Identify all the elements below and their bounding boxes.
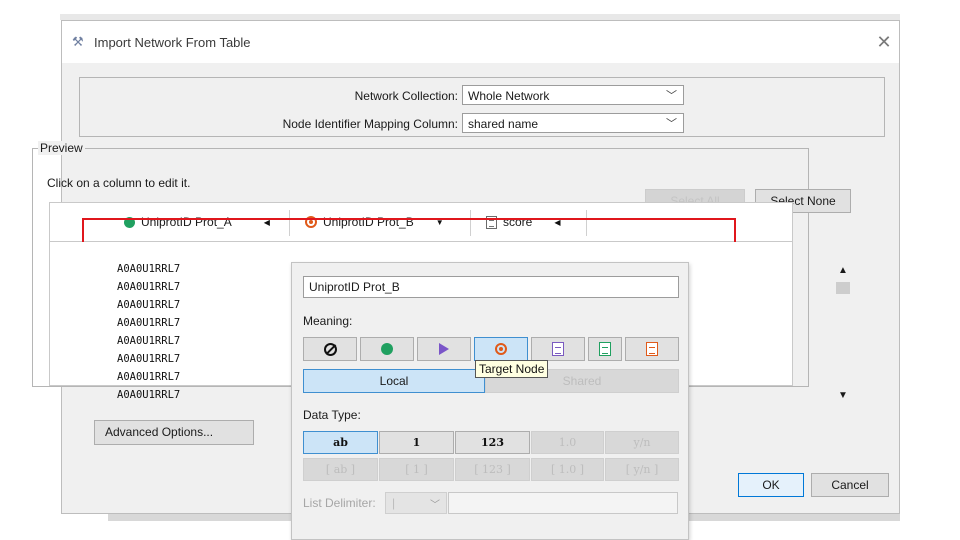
table-cell: A0A0U1RRL7 [117, 371, 181, 383]
source-node-icon [381, 343, 393, 355]
meaning-source-node-button[interactable] [360, 337, 414, 361]
type-integer-list-button[interactable]: [ 1 ] [379, 458, 454, 481]
target-attribute-icon [646, 342, 658, 356]
table-cell: A0A0U1RRL7 [117, 281, 181, 293]
mapping-column-value: shared name [468, 117, 539, 131]
network-collection-select[interactable]: Whole Network ﹀ [462, 85, 684, 105]
meaning-none-button[interactable] [303, 337, 357, 361]
type-long-button[interactable]: 123 [455, 431, 530, 454]
preview-hint: Click on a column to edit it. [47, 176, 191, 190]
column-editor-popup: UniprotID Prot_B Meaning: Local Shared D… [291, 262, 689, 540]
list-delimiter-select[interactable]: | ﹀ [385, 492, 447, 514]
chevron-down-icon: ﹀ [430, 500, 440, 511]
chevron-down-icon: ﹀ [666, 90, 677, 102]
meaning-source-attribute-button[interactable] [588, 337, 622, 361]
network-collection-label: Network Collection: [354, 89, 458, 103]
advanced-options-button[interactable]: Advanced Options... [94, 420, 254, 445]
table-cell: A0A0U1RRL7 [117, 389, 181, 401]
table-cell: A0A0U1RRL7 [117, 263, 181, 275]
scroll-thumb[interactable] [836, 282, 850, 294]
meaning-label: Meaning: [303, 314, 353, 328]
interaction-icon [439, 343, 449, 355]
list-delimiter-label: List Delimiter: [303, 496, 376, 510]
meaning-edge-attribute-button[interactable] [531, 337, 585, 361]
chevron-down-icon: ﹀ [666, 118, 677, 130]
mapping-column-label: Node Identifier Mapping Column: [282, 117, 458, 131]
ok-button[interactable]: OK [738, 473, 804, 497]
type-long-list-button[interactable]: [ 123 ] [455, 458, 530, 481]
table-cell: A0A0U1RRL7 [117, 335, 181, 347]
column-name-input[interactable]: UniprotID Prot_B [303, 276, 679, 298]
preview-scrollbar[interactable]: ▲ ▼ [834, 262, 852, 406]
title-bar: ⚒ Import Network From Table ✕ [62, 21, 899, 63]
preview-legend: Preview [38, 141, 85, 155]
none-icon [323, 342, 337, 356]
scroll-down-icon[interactable]: ▼ [838, 390, 848, 401]
network-collection-value: Whole Network [468, 89, 550, 103]
cancel-button[interactable]: Cancel [811, 473, 889, 497]
table-cell: A0A0U1RRL7 [117, 353, 181, 365]
source-attribute-icon [599, 342, 611, 356]
type-boolean-list-button[interactable]: [ y/n ] [605, 458, 679, 481]
mapping-column-select[interactable]: shared name ﹀ [462, 113, 684, 133]
meaning-target-node-button[interactable] [474, 337, 528, 361]
type-boolean-button[interactable]: y/n [605, 431, 679, 454]
list-delimiter-value: | [392, 496, 396, 510]
table-cell: A0A0U1RRL7 [117, 299, 181, 311]
type-string-button[interactable]: ab [303, 431, 378, 454]
data-type-label: Data Type: [303, 408, 361, 422]
local-toggle[interactable]: Local [303, 369, 485, 393]
target-node-tooltip: Target Node [475, 360, 549, 378]
type-string-list-button[interactable]: [ ab ] [303, 458, 378, 481]
window-title: Import Network From Table [94, 35, 251, 50]
list-delimiter-custom-input[interactable] [448, 492, 678, 514]
meaning-interaction-button[interactable] [417, 337, 471, 361]
edge-attribute-icon [552, 342, 564, 356]
target-node-icon [495, 343, 507, 355]
type-integer-button[interactable]: 1 [379, 431, 454, 454]
type-double-button[interactable]: 1.0 [531, 431, 604, 454]
tool-icon: ⚒ [72, 34, 84, 49]
meaning-target-attribute-button[interactable] [625, 337, 679, 361]
table-cell: A0A0U1RRL7 [117, 317, 181, 329]
scroll-up-icon[interactable]: ▲ [838, 265, 848, 276]
close-button[interactable]: ✕ [872, 31, 896, 53]
type-double-list-button[interactable]: [ 1.0 ] [531, 458, 604, 481]
